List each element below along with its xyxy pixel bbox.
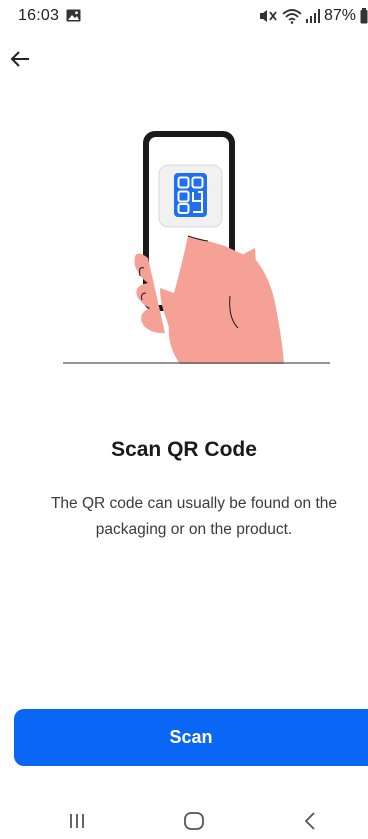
page-title: Scan QR Code bbox=[111, 438, 257, 461]
recent-apps-icon bbox=[67, 812, 87, 835]
home-icon bbox=[183, 811, 205, 836]
scan-illustration bbox=[60, 128, 330, 368]
signal-icon bbox=[305, 9, 320, 23]
battery-icon bbox=[360, 8, 368, 24]
qr-code-icon bbox=[174, 173, 207, 217]
gallery-icon bbox=[66, 9, 81, 22]
nav-back-button[interactable] bbox=[290, 811, 330, 835]
arrow-left-icon bbox=[9, 48, 31, 75]
status-bar: 16:03 87% bbox=[0, 0, 368, 34]
recent-apps-button[interactable] bbox=[57, 811, 97, 835]
status-indicators: 87% bbox=[258, 7, 368, 25]
battery-level: 87% bbox=[323, 7, 356, 24]
status-time: 16:03 bbox=[18, 7, 60, 24]
description-text: The QR code can usually be found on the … bbox=[50, 495, 338, 538]
mute-icon bbox=[258, 8, 278, 24]
back-nav-icon bbox=[303, 811, 317, 836]
wifi-icon bbox=[282, 8, 302, 24]
back-button[interactable] bbox=[6, 47, 34, 75]
scan-button[interactable]: Scan bbox=[14, 709, 368, 766]
home-button[interactable] bbox=[174, 811, 214, 835]
system-nav-bar bbox=[0, 808, 368, 839]
